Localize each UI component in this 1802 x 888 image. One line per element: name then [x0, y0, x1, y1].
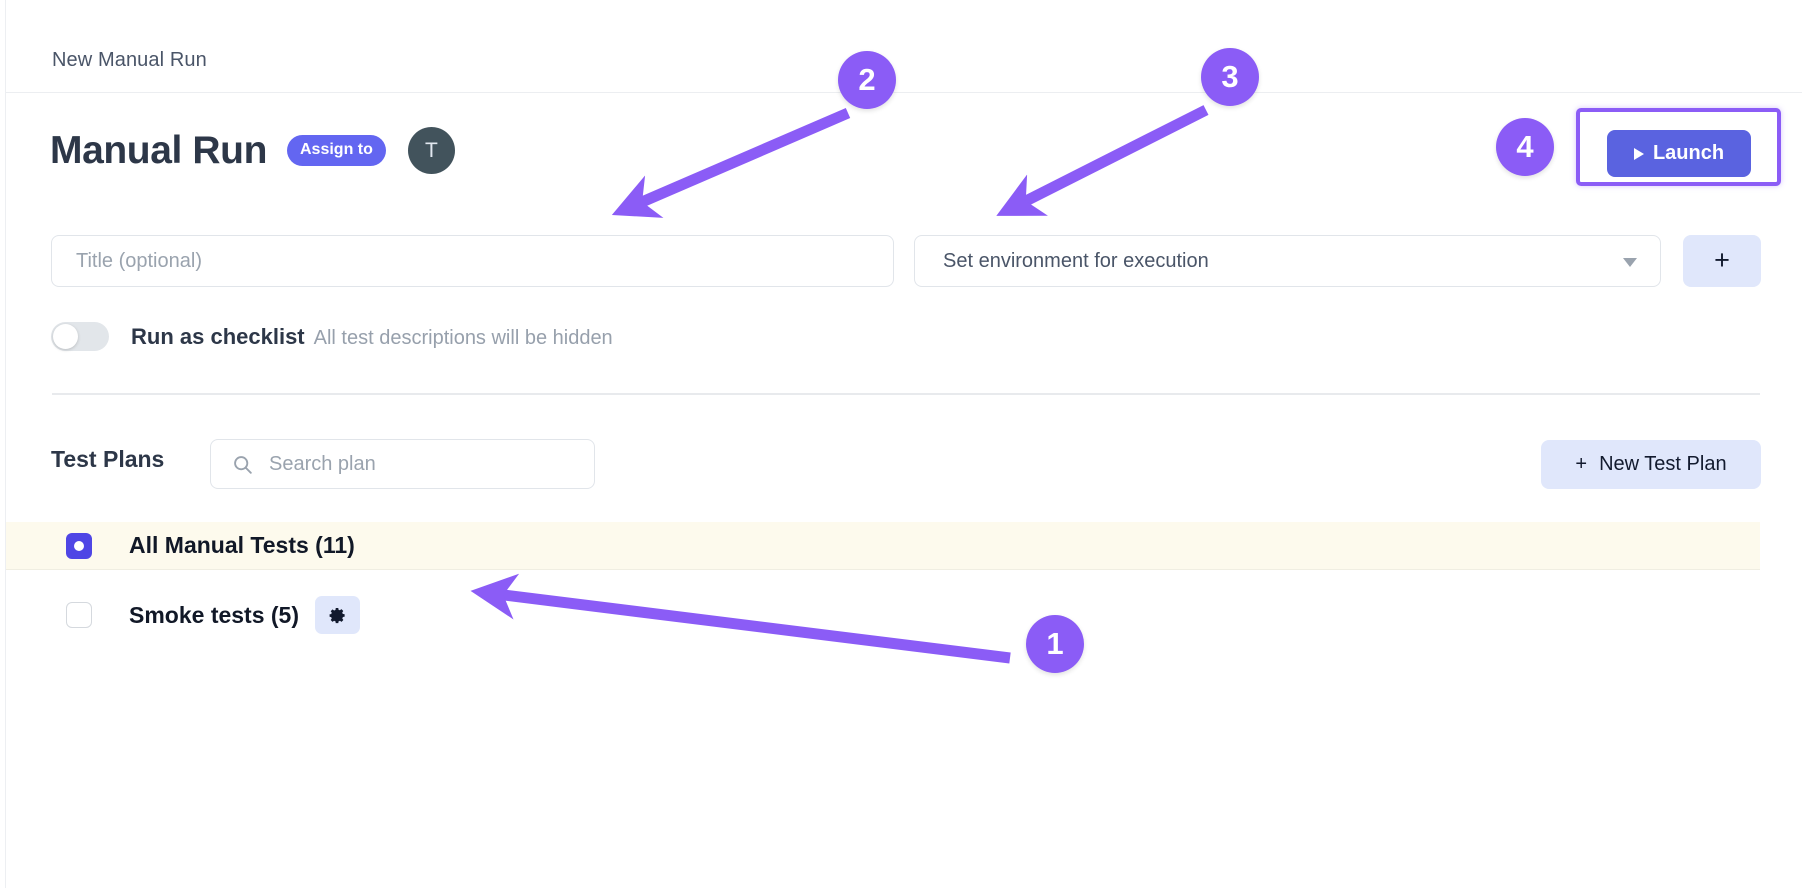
plus-icon: + [1714, 244, 1730, 275]
test-plan-checkbox[interactable] [66, 532, 92, 559]
annotation-marker-3: 3 [1201, 48, 1259, 106]
annotation-arrow-2 [611, 107, 851, 218]
plus-icon: + [1575, 453, 1588, 475]
chevron-down-icon [1623, 258, 1637, 267]
annotation-marker-1: 1 [1026, 615, 1084, 673]
test-plans-heading: Test Plans [51, 446, 165, 472]
launch-button-label: Launch [1652, 142, 1725, 164]
assign-to-button[interactable]: Assign to [287, 135, 386, 166]
test-plan-name: All Manual Tests (11) [129, 532, 355, 558]
search-plan-box[interactable] [210, 439, 595, 489]
new-test-plan-label: New Test Plan [1599, 453, 1727, 475]
toggle-knob [53, 324, 78, 349]
play-triangle-icon [1633, 147, 1644, 160]
search-plan-input[interactable] [267, 440, 587, 488]
avatar[interactable]: T [407, 127, 455, 174]
annotation-marker-4: 4 [1496, 118, 1554, 176]
run-as-checklist-row: Run as checklist All test descriptions wi… [51, 322, 613, 351]
annotation-arrow-3 [996, 105, 1209, 216]
manual-run-page: New Manual Run Manual Run Assign to T La… [0, 0, 1802, 888]
run-as-checklist-toggle[interactable] [51, 322, 109, 351]
run-as-checklist-description: All test descriptions will be hidden [313, 326, 613, 349]
page-title: Manual Run [50, 129, 267, 172]
test-plan-checkbox[interactable] [66, 602, 92, 628]
test-plan-settings-button[interactable] [315, 596, 361, 634]
test-plan-name: Smoke tests (5) [129, 601, 300, 628]
title-input[interactable] [51, 235, 894, 287]
new-test-plan-button[interactable]: + New Test Plan [1541, 440, 1761, 489]
breadcrumb[interactable]: New Manual Run [52, 49, 207, 72]
page-header: Manual Run Assign to T [50, 127, 455, 174]
run-as-checklist-label: Run as checklist [131, 323, 305, 349]
page-left-border [5, 0, 6, 888]
add-environment-button[interactable]: + [1683, 235, 1761, 287]
environment-select[interactable]: Set environment for execution [914, 235, 1661, 287]
annotation-marker-2: 2 [838, 51, 896, 109]
test-plan-row-all-manual-tests[interactable]: All Manual Tests (11) [6, 522, 1760, 570]
search-icon [234, 456, 252, 474]
run-as-checklist-label-group: Run as checklist All test descriptions wi… [131, 324, 613, 350]
section-divider [52, 393, 1760, 395]
launch-button[interactable]: Launch [1607, 130, 1751, 177]
breadcrumb-bar: New Manual Run [6, 0, 1802, 93]
gear-icon [329, 607, 345, 623]
environment-select-value: Set environment for execution [943, 250, 1209, 272]
test-plan-row-smoke-tests[interactable]: Smoke tests (5) [6, 591, 1760, 639]
